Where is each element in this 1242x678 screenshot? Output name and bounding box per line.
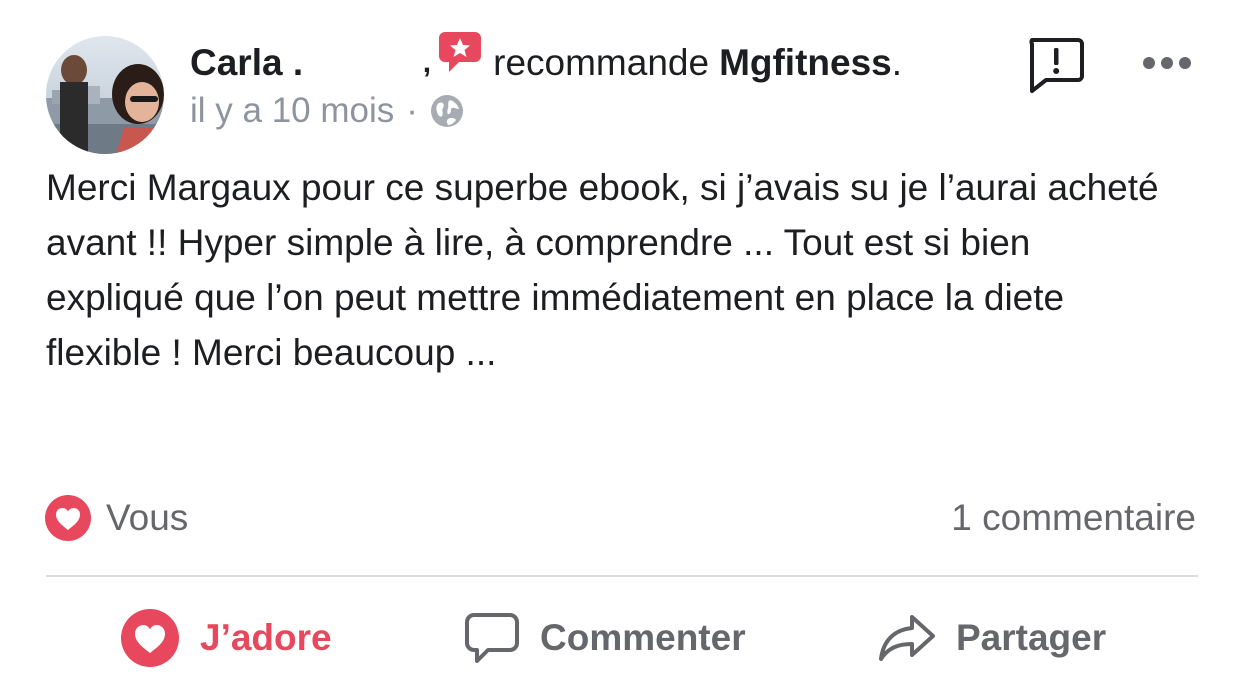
divider <box>46 575 1198 577</box>
page-name-link[interactable]: Mgfitness <box>719 42 892 84</box>
share-arrow-icon <box>879 615 935 661</box>
comment-button-label: Commenter <box>540 617 746 658</box>
post-body-text: Merci Margaux pour ce superbe ebook, si … <box>46 167 1159 373</box>
post-header: Carla . , recommande Mgfitness . <box>190 32 903 88</box>
author-name-suffix: , <box>422 46 432 79</box>
header-period: . <box>891 42 903 83</box>
recommendation-post: Carla . , recommande Mgfitness . il y a … <box>0 0 1242 678</box>
post-meta: il y a 10 mois · <box>190 88 464 134</box>
comment-button[interactable]: Commenter <box>464 606 746 670</box>
reactions-label: Vous <box>106 497 189 538</box>
recommend-verb: recommande <box>493 42 710 83</box>
recommend-star-icon <box>437 30 483 76</box>
heart-icon <box>45 495 91 541</box>
share-button-label: Partager <box>956 617 1107 658</box>
report-icon[interactable] <box>1026 36 1086 94</box>
heart-icon <box>121 609 179 667</box>
reactions-summary[interactable]: Vous <box>44 494 188 542</box>
avatar[interactable] <box>46 36 164 154</box>
love-button-label: J’adore <box>200 617 332 658</box>
share-button[interactable]: Partager <box>878 606 1106 670</box>
author-name[interactable]: Carla . <box>190 42 303 84</box>
comment-bubble-icon <box>465 613 519 663</box>
globe-icon <box>430 94 464 128</box>
meta-separator: · <box>406 91 418 130</box>
love-button[interactable]: J’adore <box>120 606 332 670</box>
post-timestamp[interactable]: il y a 10 mois <box>190 91 394 131</box>
comment-count[interactable]: 1 commentaire <box>951 494 1196 542</box>
more-dots-icon[interactable] <box>1140 52 1194 74</box>
